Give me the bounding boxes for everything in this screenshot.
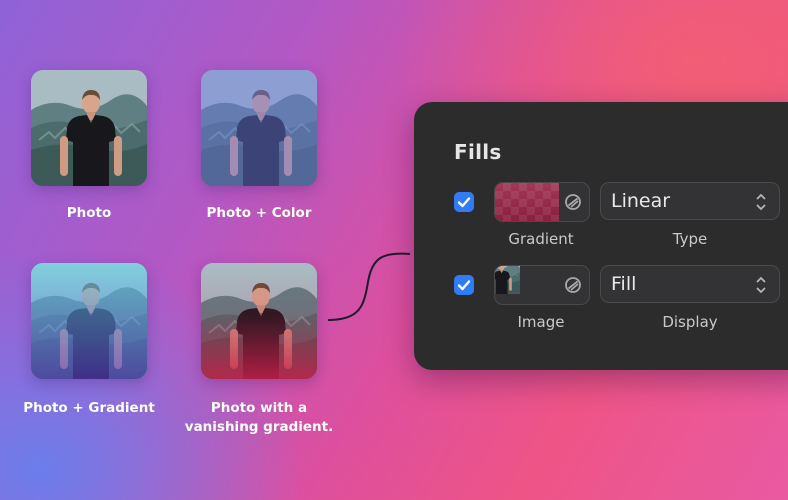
type-label: Type [672,230,708,248]
connector-curve [327,252,411,321]
photo-color-thumbnail [201,70,317,186]
gradient-fill-swatch[interactable] [494,182,590,222]
fills-panel: Fills Linear Gradient Type Fill Image Di… [414,102,788,370]
photo-color-caption: Photo + Color [206,205,312,221]
checkmark-icon [457,280,471,291]
chevron-updown-icon [756,193,766,211]
photo-vanishing-gradient-caption: Photo with a vanishing gradient. [184,400,334,435]
image-preview [495,266,559,304]
chevron-updown-icon [756,276,766,294]
gradient-fill-checkbox[interactable] [454,192,474,212]
display-label: Display [662,313,718,331]
image-label: Image [517,313,565,331]
type-select-value: Linear [611,190,671,212]
checkmark-icon [457,197,471,208]
image-fill-swatch[interactable] [494,265,590,305]
photo-gradient-thumbnail [31,263,147,379]
photo-vanishing-gradient-thumbnail [201,263,317,379]
photo-caption: Photo [66,205,112,221]
gradient-preview [495,183,559,221]
link-icon[interactable] [563,275,583,295]
photo-gradient-caption: Photo + Gradient [23,400,155,416]
panel-title: Fills [454,140,502,164]
display-select-value: Fill [611,273,637,295]
display-select[interactable]: Fill [600,265,780,303]
image-fill-checkbox[interactable] [454,275,474,295]
gradient-label: Gradient [508,230,574,248]
photo-thumbnail [31,70,147,186]
link-icon[interactable] [563,192,583,212]
type-select[interactable]: Linear [600,182,780,220]
